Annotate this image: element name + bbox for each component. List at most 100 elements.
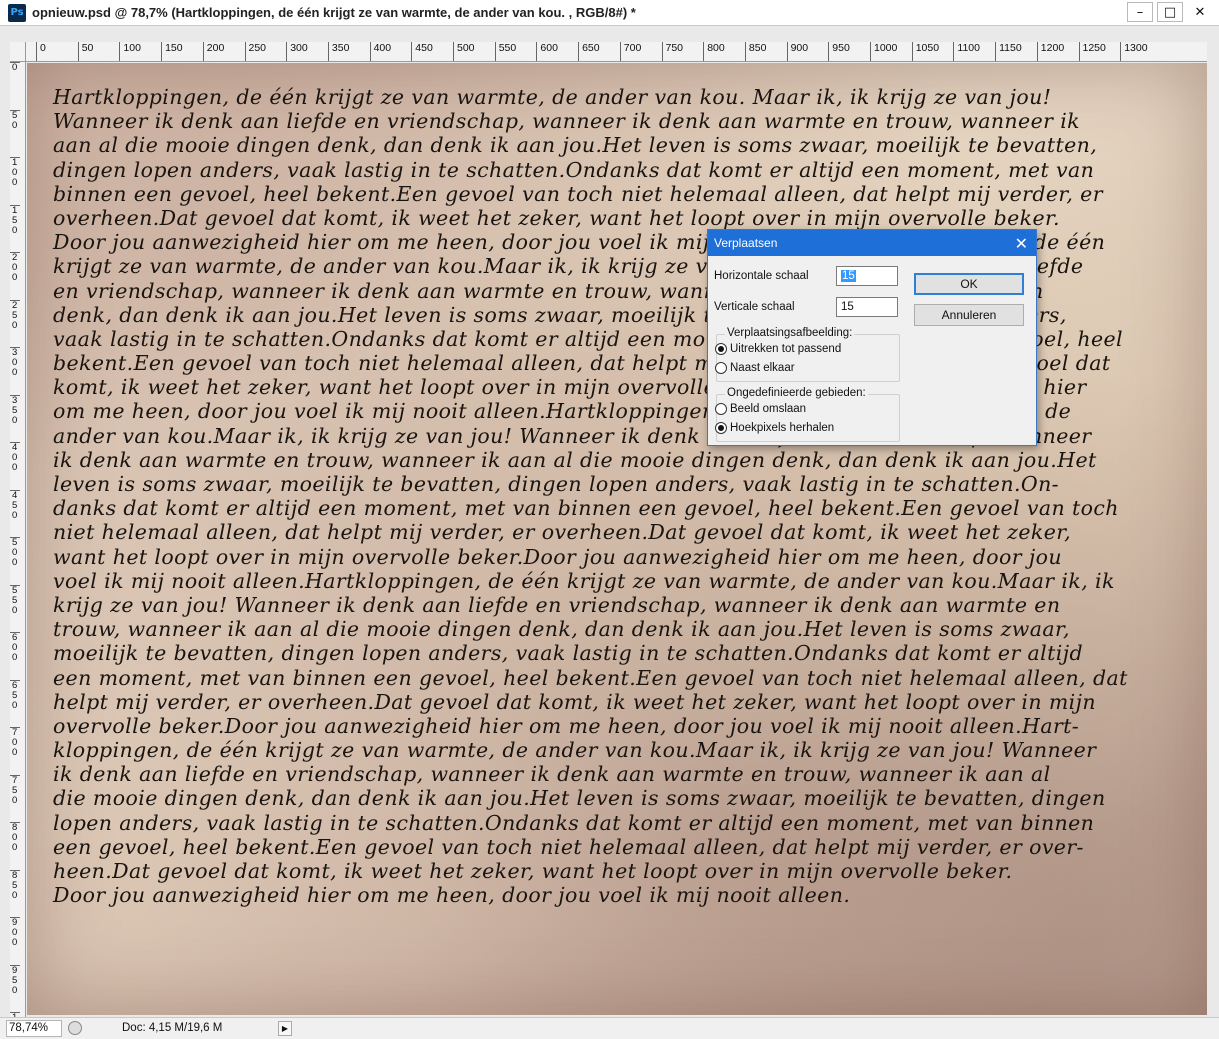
ruler-v-tick: 50 <box>10 109 20 131</box>
text-line: Door jou aanwezigheid hier om me heen, d… <box>53 883 851 908</box>
ruler-h-tick: 750 <box>661 42 683 61</box>
status-menu-arrow-icon[interactable]: ▶ <box>278 1021 292 1036</box>
ruler-v-tick: 950 <box>10 964 20 996</box>
radio-repeat-edge-pixels[interactable]: Hoekpixels herhalen <box>715 422 834 434</box>
ruler-h-tick: 800 <box>703 42 725 61</box>
window-titlebar: Ps opnieuw.psd @ 78,7% (Hartkloppingen, … <box>0 0 1219 26</box>
close-window-button[interactable]: ✕ <box>1187 2 1213 22</box>
text-line: trouw, wanneer ik aan al die mooie dinge… <box>53 617 1070 642</box>
horizontal-scale-label: Horizontale schaal <box>714 270 809 282</box>
ruler-h-tick: 50 <box>77 42 93 61</box>
ok-button[interactable]: OK <box>914 273 1024 295</box>
status-info-icon[interactable] <box>68 1021 82 1035</box>
radio-unselected-icon <box>715 362 727 374</box>
horizontal-ruler[interactable]: 0 50 100 150 200 250 300 350 400 450 500 550 600 650 7… <box>10 42 1207 62</box>
ruler-v-tick: 650 <box>10 679 20 711</box>
ruler-h-tick: 400 <box>369 42 391 61</box>
text-line: Hartkloppingen, de één krijgt ze van war… <box>53 85 1052 109</box>
maximize-button[interactable]: □ <box>1157 2 1183 22</box>
text-line: want het loopt over in mijn overvolle be… <box>53 544 1062 569</box>
text-line: heen.Dat gevoel dat komt, ik weet het ze… <box>53 859 1013 883</box>
ruler-v-tick: 100 <box>10 157 20 188</box>
ruler-v-tick: 600 <box>10 632 20 663</box>
ruler-v-tick: 150 <box>10 204 20 236</box>
horizontal-scale-value: 15 <box>841 270 856 282</box>
undefined-areas-group: Ongedefinieerde gebieden: Beeld omslaan … <box>715 387 900 442</box>
ruler-h-tick: 850 <box>744 42 766 61</box>
ruler-h-tick: 350 <box>327 42 349 61</box>
radio-selected-icon <box>715 343 727 355</box>
document-canvas[interactable]: Hartkloppingen, de één krijgt ze van war… <box>27 63 1207 1015</box>
text-line: overheen.Dat gevoel dat komt, ik weet he… <box>53 205 1060 230</box>
vertical-scale-input[interactable]: 15 <box>836 297 898 317</box>
ruler-h-tick: 0 <box>36 42 46 61</box>
ruler-h-tick: 200 <box>202 42 224 61</box>
horizontal-scale-input[interactable]: 15 <box>836 266 898 286</box>
text-line: voel ik mij nooit alleen.Hartkloppingen,… <box>53 568 1115 593</box>
ruler-v-tick: 500 <box>10 537 20 568</box>
photoshop-app-icon: Ps <box>8 3 26 22</box>
ruler-h-tick: 1250 <box>1078 42 1106 61</box>
ruler-h-tick: 1050 <box>911 42 939 61</box>
text-layer: Hartkloppingen, de één krijgt ze van war… <box>53 85 1193 907</box>
ruler-h-tick: 900 <box>786 42 808 61</box>
ruler-v-tick: 850 <box>10 869 20 901</box>
text-line: ik denk aan liefde en vriendschap, wanne… <box>53 762 1051 787</box>
ruler-h-tick: 450 <box>411 42 433 61</box>
text-line: kloppingen, de één krijgt ze van warmte,… <box>53 738 1097 763</box>
undefined-areas-group-title: Ongedefinieerde gebieden: <box>725 387 868 399</box>
ruler-origin[interactable] <box>10 42 26 62</box>
dialog-title: Verplaatsen <box>708 230 1036 256</box>
text-line: overvolle beker.Door jou aanwezigheid hi… <box>53 713 1080 738</box>
radio-label: Hoekpixels herhalen <box>730 422 835 434</box>
ruler-v-tick: 450 <box>10 489 20 521</box>
cancel-button[interactable]: Annuleren <box>914 304 1024 326</box>
document-title: opnieuw.psd @ 78,7% (Hartkloppingen, de … <box>32 5 636 20</box>
displacement-map-group: Verplaatsingsafbeelding: Uitrekken tot p… <box>715 327 900 382</box>
displacement-map-group-title: Verplaatsingsafbeelding: <box>725 327 855 339</box>
document-size-info: Doc: 4,15 M/19,6 M <box>122 1022 223 1034</box>
text-line: Wanneer ik denk aan liefde en vriendscha… <box>53 109 1080 134</box>
text-line: aan al die mooie dingen denk, dan denk i… <box>53 133 1098 158</box>
text-line: dingen lopen anders, vaak lastig in te s… <box>53 157 1095 182</box>
text-line: een gevoel, heel bekent.Een gevoel van t… <box>53 834 1084 859</box>
ruler-v-tick: 0 <box>10 62 20 73</box>
ruler-v-tick: 800 <box>10 822 20 853</box>
ruler-h-tick: 300 <box>286 42 308 61</box>
ruler-v-tick: 350 <box>10 394 20 426</box>
radio-label: Uitrekken tot passend <box>730 343 842 355</box>
text-line: helpt mij verder, er overheen.Dat gevoel… <box>53 689 1096 714</box>
ruler-h-tick: 100 <box>119 42 141 61</box>
radio-selected-icon <box>715 422 727 434</box>
ruler-v-tick: 550 <box>10 584 20 616</box>
ruler-h-tick: 1300 <box>1120 42 1148 61</box>
text-line: binnen een gevoel, heel bekent.Een gevoe… <box>53 181 1103 206</box>
ruler-v-tick: 300 <box>10 347 20 378</box>
radio-label: Beeld omslaan <box>730 403 807 415</box>
ruler-h-tick: 950 <box>828 42 850 61</box>
radio-tile[interactable]: Naast elkaar <box>715 362 795 374</box>
dialog-close-icon[interactable]: ✕ <box>1015 234 1028 254</box>
text-line: leven is soms zwaar, moeilijk te bevatte… <box>53 472 1059 496</box>
ruler-h-tick: 250 <box>244 42 266 61</box>
ruler-v-tick: 750 <box>10 774 20 806</box>
ruler-h-tick: 500 <box>453 42 475 61</box>
vertical-ruler[interactable]: 0 50 100 150 200 250 300 350 400 450 500 550 600 650 7… <box>10 62 26 1024</box>
vertical-scale-label: Verticale schaal <box>714 301 795 313</box>
radio-unselected-icon <box>715 403 727 415</box>
zoom-level-input[interactable]: 78,74% <box>6 1020 62 1037</box>
ruler-h-tick: 1100 <box>953 42 980 61</box>
displace-dialog: Verplaatsen ✕ Horizontale schaal 15 Vert… <box>707 229 1037 446</box>
radio-wrap-around[interactable]: Beeld omslaan <box>715 403 806 415</box>
text-line: danks dat komt er altijd een moment, met… <box>53 496 1119 521</box>
ruler-h-tick: 600 <box>536 42 558 61</box>
ruler-v-tick: 250 <box>10 299 20 331</box>
ruler-h-tick: 1200 <box>1036 42 1064 61</box>
radio-label: Naast elkaar <box>730 362 795 374</box>
text-line: moeilijk te bevatten, dingen lopen ander… <box>53 641 1084 666</box>
ruler-v-tick: 900 <box>10 917 20 948</box>
text-line: een moment, met van binnen een gevoel, h… <box>53 665 1128 690</box>
minimize-button[interactable]: – <box>1127 2 1153 22</box>
radio-stretch-to-fit[interactable]: Uitrekken tot passend <box>715 343 841 355</box>
status-bar: 78,74% Doc: 4,15 M/19,6 M ▶ <box>0 1017 1219 1039</box>
